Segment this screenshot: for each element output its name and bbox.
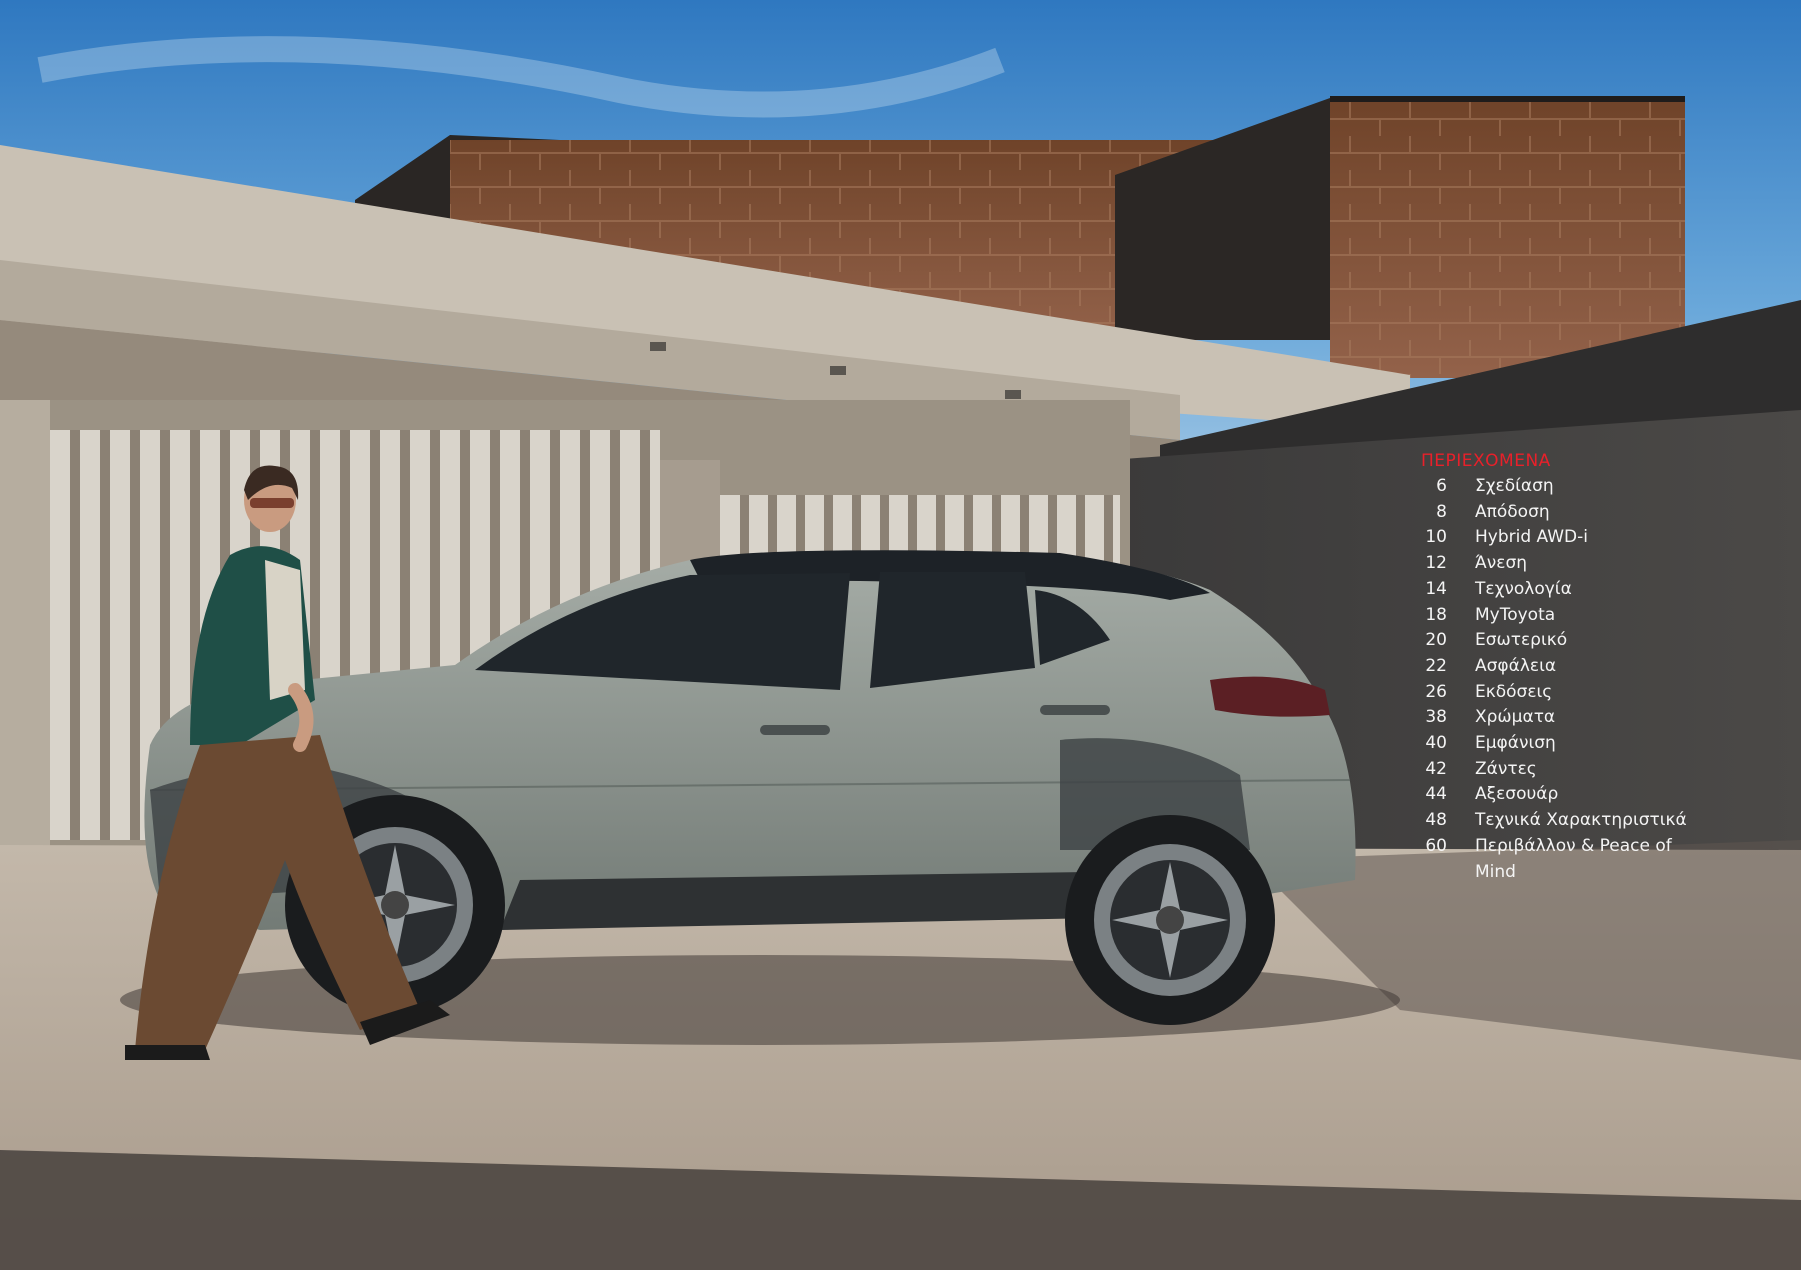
- contents-entry[interactable]: 44 Αξεσουάρ: [1421, 782, 1721, 808]
- contents-entry[interactable]: 8 Απόδοση: [1421, 500, 1721, 526]
- contents-page-number: 60: [1425, 835, 1447, 856]
- contents-list: ΠΕΡΙΕΧΟΜΕΝΑ 6 Σχεδίαση 8 Απόδοση 10 Hybrid AW…: [1421, 448, 1721, 885]
- contents-entry[interactable]: 14 Τεχνολογία: [1421, 577, 1721, 603]
- contents-entry[interactable]: 42 Ζάντες: [1421, 757, 1721, 783]
- contents-entry[interactable]: 48 Τεχνικά Χαρακτηριστικά: [1421, 808, 1721, 834]
- contents-page-number: 6: [1436, 476, 1447, 496]
- contents-label: MyToyota: [1475, 604, 1556, 625]
- contents-label: Απόδοση: [1475, 501, 1550, 522]
- contents-label: Ασφάλεια: [1475, 655, 1557, 676]
- contents-entry[interactable]: 6 Σχεδίαση: [1421, 474, 1721, 500]
- contents-entry[interactable]: 18 MyToyota: [1421, 603, 1721, 629]
- contents-entries: 6 Σχεδίαση 8 Απόδοση 10 Hybrid AWD-i 12 Άνεση 14…: [1421, 474, 1721, 885]
- contents-entry[interactable]: 20 Εσωτερικό: [1421, 628, 1721, 654]
- contents-label: Τεχνικά Χαρακτηριστικά: [1475, 810, 1687, 831]
- contents-page-number: 42: [1425, 758, 1447, 779]
- contents-page-number: 18: [1425, 604, 1447, 625]
- contents-entry[interactable]: 10 Hybrid AWD-i: [1421, 525, 1721, 551]
- contents-label: Εκδόσεις: [1475, 681, 1553, 702]
- contents-label: Χρώματα: [1475, 707, 1556, 728]
- contents-page-number: 12: [1425, 553, 1447, 574]
- contents-page-number: 48: [1425, 810, 1447, 831]
- contents-page-number: 38: [1425, 707, 1447, 728]
- contents-page-number: 22: [1425, 655, 1447, 676]
- contents-label: Περιβάλλον & Peace of Mind: [1475, 835, 1672, 882]
- contents-page-number: 8: [1436, 501, 1447, 522]
- contents-label: Άνεση: [1475, 553, 1528, 574]
- contents-label: Σχεδίαση: [1475, 476, 1554, 496]
- rear-wheel: [1065, 815, 1275, 1025]
- contents-label: Ζάντες: [1475, 758, 1537, 779]
- contents-label: Αξεσουάρ: [1475, 784, 1559, 805]
- rear-window: [870, 572, 1035, 688]
- hero-photo: ΠΕΡΙΕΧΟΜΕΝΑ 6 Σχεδίαση 8 Απόδοση 10 Hybrid AW…: [0, 0, 1801, 1270]
- contents-page-number: 20: [1425, 630, 1447, 651]
- contents-entry[interactable]: 38 Χρώματα: [1421, 705, 1721, 731]
- contents-label: Εμφάνιση: [1475, 733, 1556, 754]
- contents-entry[interactable]: 22 Ασφάλεια: [1421, 654, 1721, 680]
- contents-label: Τεχνολογία: [1475, 578, 1572, 599]
- contents-page-number: 14: [1425, 578, 1447, 599]
- contents-entry[interactable]: 12 Άνεση: [1421, 551, 1721, 577]
- contents-page-number: 10: [1425, 527, 1447, 548]
- contents-entry[interactable]: 26 Εκδόσεις: [1421, 680, 1721, 706]
- contents-label: Εσωτερικό: [1475, 630, 1568, 651]
- contents-page-number: 40: [1425, 733, 1447, 754]
- contents-heading: ΠΕΡΙΕΧΟΜΕΝΑ: [1421, 451, 1551, 471]
- pillar: [0, 400, 50, 850]
- contents-entry[interactable]: 60 Περιβάλλον & Peace of Mind: [1421, 834, 1721, 885]
- contents-label: Hybrid AWD-i: [1475, 527, 1588, 548]
- contents-page-number: 26: [1425, 681, 1447, 702]
- contents-entry[interactable]: 40 Εμφάνιση: [1421, 731, 1721, 757]
- contents-page-number: 44: [1425, 784, 1447, 805]
